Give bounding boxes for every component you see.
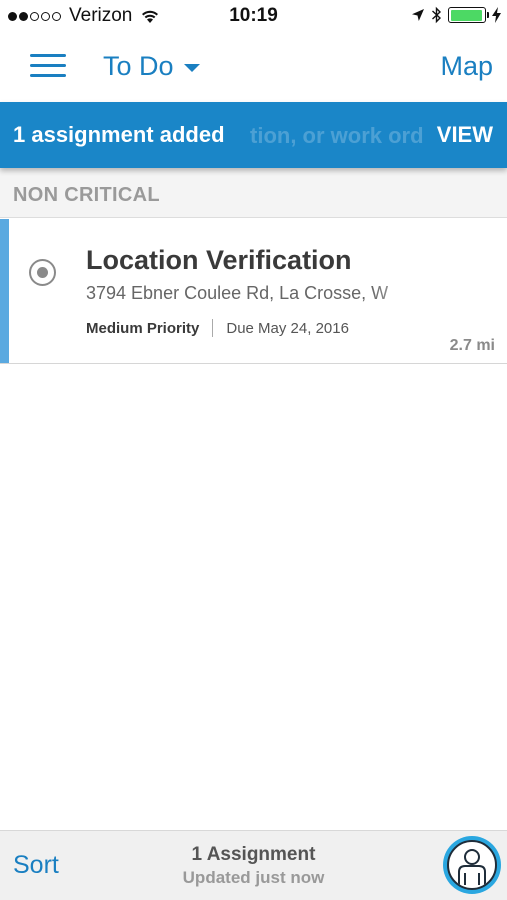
nav-title: To Do (103, 51, 174, 81)
radio-circle-icon (29, 259, 56, 286)
assignment-distance: 2.7 mi (449, 337, 495, 354)
banner-underlying-text: tion, or work ord (250, 123, 424, 148)
nav-bar: To Do Map (0, 34, 507, 102)
app-screen: Verizon 10:19 To Do Map tion, or work or… (0, 0, 507, 900)
map-button[interactable]: Map (440, 51, 493, 82)
avatar (447, 840, 497, 890)
bottom-toolbar: Sort 1 Assignment Updated just now (0, 830, 507, 900)
battery-level (450, 9, 482, 21)
assignment-summary: 1 Assignment Updated just now (0, 843, 507, 889)
charging-bolt-icon (492, 7, 501, 23)
assignment-meta: Medium Priority Due May 24, 2016 (86, 319, 349, 337)
profile-button[interactable] (443, 836, 501, 894)
battery-icon (448, 7, 489, 23)
section-header: NON CRITICAL (0, 168, 507, 218)
assignment-priority: Medium Priority (86, 319, 200, 337)
notification-banner: tion, or work ord 1 assignment added VIE… (0, 102, 507, 168)
row-accent-bar (0, 219, 9, 363)
updated-status: Updated just now (182, 868, 325, 887)
meta-divider (212, 319, 214, 337)
assignment-title: Location Verification (86, 245, 352, 275)
status-right (405, 6, 501, 24)
banner-message: 1 assignment added (13, 122, 225, 147)
caret-down-icon (183, 63, 200, 72)
hamburger-menu-icon[interactable] (30, 52, 68, 78)
section-header-label: NON CRITICAL (13, 184, 160, 206)
list-filter-dropdown[interactable]: To Do (103, 51, 200, 82)
status-bar: Verizon 10:19 (0, 0, 507, 34)
assignment-count: 1 Assignment (191, 844, 316, 865)
location-arrow-icon (412, 9, 424, 21)
person-icon (458, 849, 486, 885)
assignment-row[interactable]: Location Verification 3794 Ebner Coulee … (0, 219, 507, 364)
assignment-due-date: Due May 24, 2016 (226, 319, 349, 337)
assignment-address: 3794 Ebner Coulee Rd, La Crosse, W (86, 283, 389, 303)
bluetooth-icon (432, 6, 442, 24)
view-button[interactable]: VIEW (424, 122, 493, 148)
